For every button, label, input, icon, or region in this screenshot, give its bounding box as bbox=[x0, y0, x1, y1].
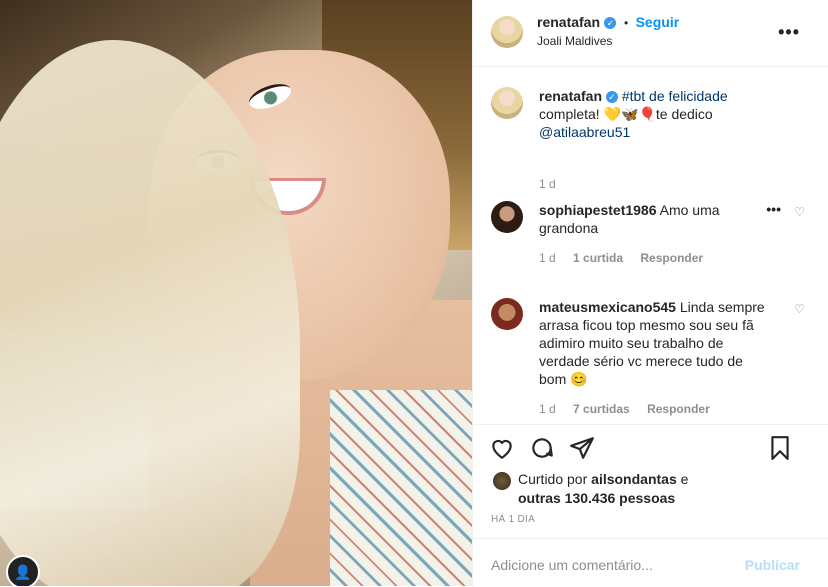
likes-count[interactable]: outras 130.436 pessoas bbox=[518, 490, 675, 506]
reply-button[interactable]: Responder bbox=[640, 251, 703, 265]
post-time[interactable]: HÁ 1 DIA bbox=[491, 514, 535, 525]
heart-icon[interactable] bbox=[489, 435, 515, 461]
comment-heart-icon[interactable]: ♡ bbox=[794, 205, 805, 219]
verified-badge-icon: ✓ bbox=[604, 16, 617, 29]
caption-age[interactable]: 1 d bbox=[539, 177, 556, 191]
comment-text: sophiapestet1986 Amo uma grandona bbox=[539, 201, 767, 237]
commenter-username[interactable]: mateusmexicano545 bbox=[539, 299, 676, 315]
likes-prefix: Curtido por bbox=[518, 471, 588, 487]
author-avatar[interactable] bbox=[491, 16, 523, 48]
bookmark-icon[interactable] bbox=[767, 435, 793, 461]
header-name-row: renatafan ✓ • Seguir bbox=[537, 14, 679, 32]
comment-input[interactable]: Adicione um comentário... bbox=[491, 557, 653, 573]
comment-icon[interactable] bbox=[529, 435, 555, 461]
comment-meta: 1 d 1 curtida Responder bbox=[539, 251, 717, 265]
likes-suffix: e bbox=[680, 471, 689, 487]
author-username[interactable]: renatafan bbox=[537, 14, 600, 30]
follow-button[interactable]: Seguir bbox=[636, 14, 680, 30]
post-photo[interactable]: 👤 bbox=[0, 0, 472, 586]
caption: renatafan ✓ #tbt de felicidade completa!… bbox=[491, 87, 811, 191]
likes-text: Curtido por ailsondantas e outras 130.43… bbox=[518, 470, 688, 508]
liker-avatar[interactable] bbox=[493, 472, 511, 490]
comment-more-icon[interactable]: ••• bbox=[766, 201, 781, 217]
comment-heart-icon[interactable]: ♡ bbox=[794, 302, 805, 316]
comment-item: mateusmexicano545 Linda sempre arrasa fi… bbox=[491, 298, 811, 423]
caption-username[interactable]: renatafan bbox=[539, 88, 602, 104]
liker-username[interactable]: ailsondantas bbox=[591, 471, 677, 487]
location-link[interactable]: Joali Maldives bbox=[537, 34, 612, 48]
mention-link[interactable]: @atilaabreu51 bbox=[539, 124, 630, 140]
tagged-user-icon[interactable]: 👤 bbox=[6, 555, 40, 586]
commenter-avatar[interactable] bbox=[491, 298, 523, 330]
comment-text: mateusmexicano545 Linda sempre arrasa fi… bbox=[539, 298, 767, 388]
photo-dress bbox=[330, 390, 472, 586]
comment-likes[interactable]: 7 curtidas bbox=[573, 402, 630, 416]
add-comment-bar: Adicione um comentário... Publicar bbox=[473, 538, 828, 587]
share-icon[interactable] bbox=[569, 435, 595, 461]
caption-text-2: completa! 💛🦋🎈te dedico bbox=[539, 106, 713, 122]
comment-item: sophiapestet1986 Amo uma grandona ••• ♡ … bbox=[491, 201, 811, 271]
caption-meta: 1 d bbox=[539, 177, 570, 191]
reply-button[interactable]: Responder bbox=[647, 402, 710, 416]
comment-age[interactable]: 1 d bbox=[539, 402, 556, 416]
author-avatar[interactable] bbox=[491, 87, 523, 119]
more-options-icon[interactable]: ••• bbox=[778, 22, 800, 43]
post-sidebar: renatafan ✓ • Seguir Joali Maldives ••• … bbox=[472, 0, 828, 586]
comments-list: renatafan ✓ #tbt de felicidade completa!… bbox=[473, 67, 828, 423]
commenter-username[interactable]: sophiapestet1986 bbox=[539, 202, 657, 218]
caption-text: renatafan ✓ #tbt de felicidade completa!… bbox=[539, 87, 767, 141]
commenter-avatar[interactable] bbox=[491, 201, 523, 233]
separator-dot: • bbox=[623, 16, 629, 30]
comment-likes[interactable]: 1 curtida bbox=[573, 251, 623, 265]
post-header: renatafan ✓ • Seguir Joali Maldives ••• bbox=[473, 0, 828, 67]
comment-meta: 1 d 7 curtidas Responder bbox=[539, 402, 724, 416]
caption-text-1: #tbt de felicidade bbox=[621, 88, 728, 104]
publish-button[interactable]: Publicar bbox=[745, 557, 800, 573]
comment-age[interactable]: 1 d bbox=[539, 251, 556, 265]
verified-badge-icon: ✓ bbox=[605, 91, 618, 104]
